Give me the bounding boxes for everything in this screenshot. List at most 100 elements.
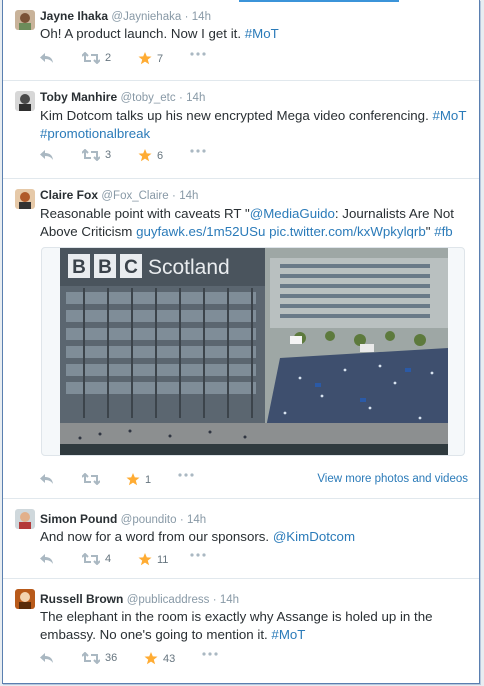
timeline-panel: Jayne Ihaka @Jayniehaka · 14h Oh! A prod…: [2, 0, 480, 684]
reply-icon: [40, 474, 53, 484]
more-button[interactable]: [190, 553, 206, 557]
retweet-icon: [82, 473, 100, 485]
favorite-star-icon: [126, 473, 140, 486]
retweet-icon: [82, 652, 100, 664]
favorite-count: 7: [157, 52, 164, 65]
hashtag-link[interactable]: #promotionalbreak: [40, 126, 150, 141]
reply-icon: [40, 653, 53, 663]
more-dots-icon: [190, 149, 206, 153]
user-handle[interactable]: @poundito: [121, 514, 177, 526]
view-more-photos-link[interactable]: View more photos and videos: [317, 473, 468, 485]
retweet-button[interactable]: 3: [82, 149, 111, 161]
display-name[interactable]: Claire Fox: [40, 188, 98, 202]
favorite-button[interactable]: 6: [138, 149, 163, 162]
hashtag-link[interactable]: #fb: [434, 224, 453, 239]
avatar[interactable]: [15, 589, 35, 609]
favorite-button[interactable]: 43: [144, 652, 175, 665]
reply-button[interactable]: [40, 52, 54, 64]
separator-dot: ·: [184, 11, 189, 23]
timestamp[interactable]: 14h: [187, 514, 206, 526]
retweet-button[interactable]: 4: [82, 553, 111, 565]
tweet-text-plain: ": [425, 224, 435, 239]
user-handle[interactable]: @Fox_Claire: [101, 190, 168, 202]
mention-link[interactable]: @MediaGuido: [250, 206, 335, 221]
more-dots-icon: [190, 553, 206, 557]
url-link[interactable]: guyfawk.es/1m52USu: [136, 224, 265, 239]
tweet-header: Russell Brown @publicaddress · 14h: [40, 592, 239, 606]
favorite-count: 1: [145, 473, 152, 486]
display-name[interactable]: Simon Pound: [40, 512, 117, 526]
tweet[interactable]: Russell Brown @publicaddress · 14h The e…: [3, 579, 479, 683]
more-button[interactable]: [190, 52, 206, 56]
tweet-text-plain: Reasonable point with caveats RT ": [40, 206, 250, 221]
retweet-icon: [82, 553, 100, 565]
user-handle[interactable]: @Jayniehaka: [111, 11, 181, 23]
display-name[interactable]: Toby Manhire: [40, 90, 117, 104]
favorite-count: 6: [157, 149, 164, 162]
tweet-text: Kim Dotcom talks up his new encrypted Me…: [40, 107, 470, 143]
favorite-button[interactable]: 7: [138, 52, 163, 65]
tweet[interactable]: Simon Pound @poundito · 14h And now for …: [3, 499, 479, 579]
tweet-photo[interactable]: B B C Scotland: [41, 247, 465, 456]
hashtag-link[interactable]: #MoT: [245, 26, 279, 41]
avatar[interactable]: [15, 91, 35, 111]
more-button[interactable]: [202, 652, 218, 656]
favorite-star-icon: [144, 652, 158, 665]
favorite-count: 43: [163, 652, 176, 665]
retweet-button[interactable]: 36: [82, 652, 117, 664]
timestamp[interactable]: 14h: [179, 190, 198, 202]
timestamp[interactable]: 14h: [220, 594, 239, 606]
more-dots-icon: [190, 52, 206, 56]
separator-dot: ·: [212, 594, 217, 606]
display-name[interactable]: Russell Brown: [40, 592, 123, 606]
separator-dot: ·: [178, 92, 183, 104]
separator-dot: ·: [179, 514, 184, 526]
timestamp[interactable]: 14h: [186, 92, 205, 104]
tweet-text: The elephant in the room is exactly why …: [40, 608, 470, 644]
favorite-button[interactable]: 11: [138, 553, 168, 566]
reply-icon: [40, 554, 53, 564]
tweet-text-plain: The elephant in the room is exactly why …: [40, 609, 433, 642]
svg-text:C: C: [124, 257, 138, 278]
tweet-text: Oh! A product launch. Now I get it. #MoT: [40, 25, 470, 43]
reply-icon: [40, 150, 53, 160]
user-handle[interactable]: @toby_etc: [120, 92, 175, 104]
favorite-button[interactable]: 1: [126, 473, 151, 486]
reply-button[interactable]: [40, 652, 54, 664]
hashtag-link[interactable]: #MoT: [432, 108, 466, 123]
timestamp[interactable]: 14h: [192, 11, 211, 23]
more-button[interactable]: [178, 473, 194, 477]
retweet-button[interactable]: 2: [82, 52, 111, 64]
tweet-header: Toby Manhire @toby_etc · 14h: [40, 90, 205, 104]
separator-dot: ·: [172, 190, 176, 202]
tweet-header: Jayne Ihaka @Jayniehaka · 14h: [40, 9, 211, 23]
user-handle[interactable]: @publicaddress: [127, 594, 210, 606]
svg-text:Scotland: Scotland: [148, 256, 230, 279]
tweet[interactable]: Jayne Ihaka @Jayniehaka · 14h Oh! A prod…: [3, 0, 479, 81]
reply-button[interactable]: [40, 553, 54, 565]
favorite-star-icon: [138, 553, 152, 566]
tweet-actions: 1 View more photos and videos: [40, 473, 470, 489]
display-name[interactable]: Jayne Ihaka: [40, 9, 108, 23]
avatar[interactable]: [15, 10, 35, 30]
avatar[interactable]: [15, 509, 35, 529]
tweet[interactable]: Claire Fox @Fox_Claire · 14h Reasonable …: [3, 179, 479, 499]
pic-link[interactable]: pic.twitter.com/kxWpkylqrb: [269, 224, 426, 239]
more-button[interactable]: [190, 149, 206, 153]
retweet-count: 4: [105, 553, 112, 565]
favorite-star-icon: [138, 149, 152, 162]
tweet-text: Reasonable point with caveats RT "@Media…: [40, 205, 470, 241]
retweet-icon: [82, 149, 100, 161]
tweet[interactable]: Toby Manhire @toby_etc · 14h Kim Dotcom …: [3, 81, 479, 179]
tweet-text-plain: And now for a word from our sponsors.: [40, 529, 273, 544]
reply-button[interactable]: [40, 149, 54, 161]
retweet-button[interactable]: [82, 473, 105, 485]
tweet-text-plain: Kim Dotcom talks up his new encrypted Me…: [40, 108, 433, 123]
retweet-icon: [82, 52, 100, 64]
mention-link[interactable]: @KimDotcom: [273, 529, 355, 544]
retweet-count: 2: [105, 52, 112, 64]
tweet-text: And now for a word from our sponsors. @K…: [40, 528, 470, 546]
reply-button[interactable]: [40, 473, 54, 485]
hashtag-link[interactable]: #MoT: [271, 627, 305, 642]
avatar[interactable]: [15, 189, 35, 209]
